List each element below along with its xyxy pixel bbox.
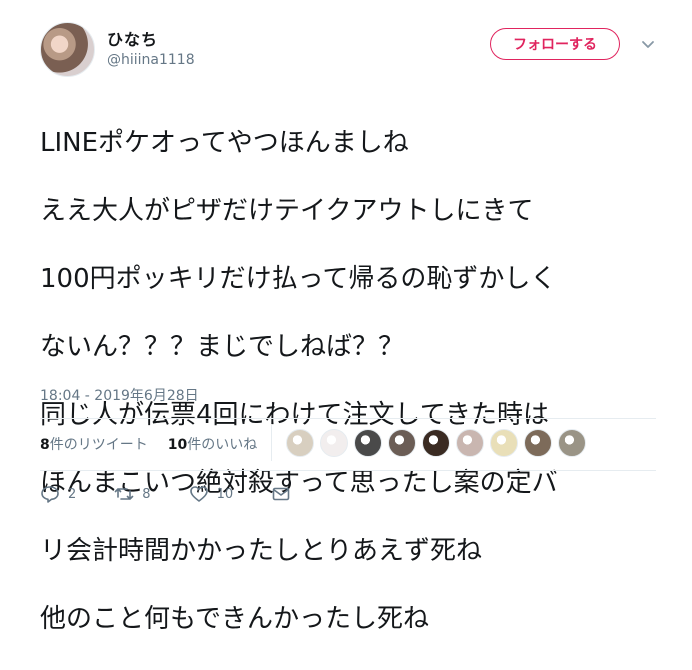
message-button[interactable] (271, 484, 299, 504)
follow-button[interactable]: フォローする (490, 28, 620, 60)
liker-avatar[interactable] (320, 429, 348, 457)
liker-avatar[interactable] (388, 429, 416, 457)
retweet-button[interactable]: 8 (114, 484, 151, 504)
liker-avatars (286, 429, 592, 457)
tweet-actions: 2 8 10 (40, 484, 337, 504)
chevron-down-icon[interactable] (640, 36, 656, 52)
liker-avatar[interactable] (286, 429, 314, 457)
display-name[interactable]: ひなち (107, 26, 158, 50)
tweet-line: LINEポケオってやつほんましね (40, 128, 409, 158)
tweet-line: 100円ポッキリだけ払って帰るの恥ずかしく (40, 264, 557, 294)
retweets-count: 8 (40, 437, 50, 453)
liker-avatar[interactable] (558, 429, 586, 457)
liker-avatar[interactable] (456, 429, 484, 457)
tweet-stats: 8件のリツイート 10件のいいね (40, 432, 277, 456)
envelope-icon (272, 487, 290, 501)
divider (40, 470, 656, 471)
tweet-line: 他のこと何もできんかったし死ね (40, 604, 429, 634)
likes-count: 10 (167, 437, 188, 453)
heart-icon (189, 486, 208, 502)
retweets-label: 件のリツイート (49, 437, 148, 453)
tweet-header: ひなち @hiiina1118 フォローする (40, 22, 660, 82)
reply-button[interactable]: 2 (40, 484, 76, 504)
like-count: 10 (216, 486, 234, 502)
divider (40, 418, 656, 419)
tweet-line: リ会計時間かかったしとりあえず死ね (40, 536, 483, 566)
tweet-line: ないん？？？まじでしねば？？ (40, 332, 405, 362)
liker-avatar[interactable] (422, 429, 450, 457)
like-button[interactable]: 10 (189, 484, 234, 504)
reply-count: 2 (68, 486, 77, 502)
tweet-timestamp[interactable]: 18:04 - 2019年6月28日 (40, 385, 199, 405)
user-avatar[interactable] (40, 22, 95, 77)
liker-avatar[interactable] (524, 429, 552, 457)
liker-avatar[interactable] (490, 429, 518, 457)
tweet-text: LINEポケオってやつほんましね ええ大人がピザだけテイクアウトしにきて 100… (40, 92, 680, 670)
liker-avatar[interactable] (354, 429, 382, 457)
retweet-count: 8 (142, 486, 151, 502)
reply-icon (41, 486, 59, 503)
tweet-line: ええ大人がピザだけテイクアウトしにきて (40, 196, 534, 226)
likes-label: 件のいいね (187, 437, 258, 453)
retweets-stat[interactable]: 8件のリツイート (40, 434, 148, 454)
stats-separator (271, 425, 272, 461)
likes-stat[interactable]: 10件のいいね (168, 434, 257, 454)
user-handle[interactable]: @hiiina1118 (107, 52, 195, 68)
retweet-icon (114, 488, 134, 500)
